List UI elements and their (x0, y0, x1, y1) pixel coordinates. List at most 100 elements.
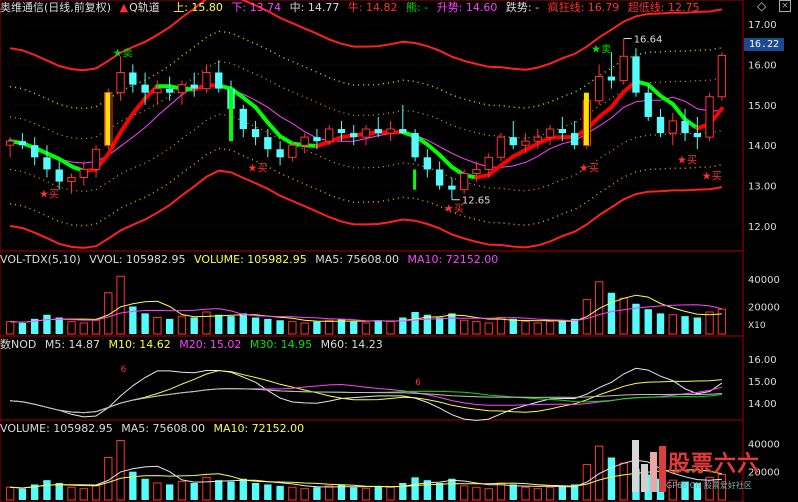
volume-panel[interactable] (5, 275, 727, 335)
indicator-name[interactable]: ▲Q轨道 (120, 1, 165, 14)
volume2-bar (177, 481, 187, 501)
candle-body (18, 141, 27, 146)
ma-tick-label: 14.00 (748, 399, 777, 410)
ma-annotation: 6 (121, 365, 127, 375)
volume2-value: VOLUME: 105982.95 (0, 422, 113, 435)
trend-down-segment (278, 134, 295, 146)
volume2-bar (153, 482, 162, 501)
candle-body (619, 55, 628, 82)
candle-body (399, 129, 407, 134)
sell-marker-label: 卖 (123, 47, 133, 59)
vol-indicator-name[interactable]: VOL-TDX(5,10) (0, 253, 81, 266)
candle-body (693, 133, 702, 138)
watermark-title: 股票六六 (668, 452, 761, 477)
volume-bar (276, 320, 284, 334)
volume-bar (153, 317, 162, 335)
m5-line (10, 367, 723, 421)
volume-bar (435, 317, 444, 334)
candle-body (361, 128, 371, 138)
volume2-bar (545, 486, 555, 501)
volume2-bar (91, 485, 101, 501)
volume2-bar (227, 481, 235, 500)
candle-body (91, 148, 101, 170)
candle-body (313, 137, 321, 142)
band-mid: 中: 14.77 (289, 1, 340, 14)
candle-body (411, 133, 419, 158)
trend-up-segment (130, 96, 148, 116)
volume2-bar (18, 488, 27, 500)
candle-body (325, 128, 334, 142)
volume-bar (656, 313, 665, 334)
volume2-bar (374, 485, 382, 500)
volume2-bar (558, 485, 567, 500)
volume2-bar (264, 484, 272, 500)
upper-dotted-line (9, 30, 723, 110)
volume2-bar (141, 478, 149, 500)
volume-bar (607, 292, 616, 334)
trend-up-segment (498, 154, 516, 168)
volume-bar (18, 323, 27, 334)
volume-bar (202, 311, 211, 335)
fall-value: 跌势: - (505, 1, 540, 14)
volume2-bar (190, 483, 198, 500)
volume2-bar (67, 486, 76, 501)
volume-bar (55, 317, 63, 334)
candle-body (705, 96, 714, 138)
candle-body (607, 76, 616, 81)
m60-line (10, 388, 722, 414)
trend-down-segment (265, 120, 283, 139)
candle-body (43, 157, 51, 170)
volume-bar (43, 314, 51, 334)
stock-name[interactable]: 奥维通信(日线,前复权) (0, 1, 111, 14)
price-panel[interactable]: ★ 买★ 买★ 买★ 买★ 买★ 买★ 卖 ★ 卖16.6412.65 (0, 0, 743, 249)
candle-body (472, 168, 481, 174)
candle-body (264, 137, 272, 150)
volume-bar (227, 316, 235, 334)
vol2-ma5-value: MA5: 75608.00 (121, 422, 205, 435)
ma-indicator-name[interactable]: 数NOD (0, 338, 36, 351)
volume-bar (264, 318, 272, 334)
candle-body (644, 92, 652, 117)
candle-body (55, 169, 63, 182)
buy-marker-star-icon: ★ (444, 202, 454, 215)
signal-bar (105, 92, 111, 146)
window-controls: ◇ × (757, 0, 797, 14)
volume-bar (681, 316, 689, 334)
candle-body (337, 129, 346, 134)
volume2-bar (361, 488, 371, 501)
trend-down-segment (253, 105, 270, 125)
price-tick-label: 12.00 (748, 222, 777, 233)
candle-body (129, 72, 137, 85)
volume-bar (325, 319, 334, 335)
buy-marker-label: 买 (712, 170, 722, 182)
trend-up-segment (118, 111, 135, 135)
volume-bar (545, 321, 555, 335)
volume-bar (619, 297, 628, 335)
m20-value: M20: 15.02 (179, 338, 242, 351)
volume-bar (668, 314, 677, 335)
candle-body (668, 120, 677, 134)
diamond-icon[interactable]: ◇ (757, 0, 766, 13)
volume-bar (91, 319, 101, 335)
ma-annotation: 6 (415, 378, 421, 388)
volume-bar (558, 320, 567, 334)
volume2-bar (435, 483, 444, 500)
ma-panel[interactable]: 66 (10, 365, 723, 421)
volume-panel-2[interactable] (5, 440, 727, 501)
crazy-value: 疯狂线: 16.79 (547, 1, 620, 14)
signal-bar (583, 92, 589, 146)
candle-body (350, 133, 358, 138)
candle-body (276, 149, 284, 158)
volume-bar (215, 314, 223, 334)
ma-tick-label: 16.00 (748, 355, 777, 366)
volume2-bar (288, 486, 297, 501)
candle-body (448, 185, 456, 190)
candle-body (165, 88, 174, 93)
volume-bar (116, 275, 125, 335)
trend-up-segment (511, 148, 528, 159)
close-icon[interactable]: × (779, 0, 791, 12)
candle-body (484, 156, 493, 170)
volume-bar (5, 321, 15, 335)
volume-bar (472, 321, 481, 335)
price-tick-label: 14.00 (748, 141, 777, 152)
